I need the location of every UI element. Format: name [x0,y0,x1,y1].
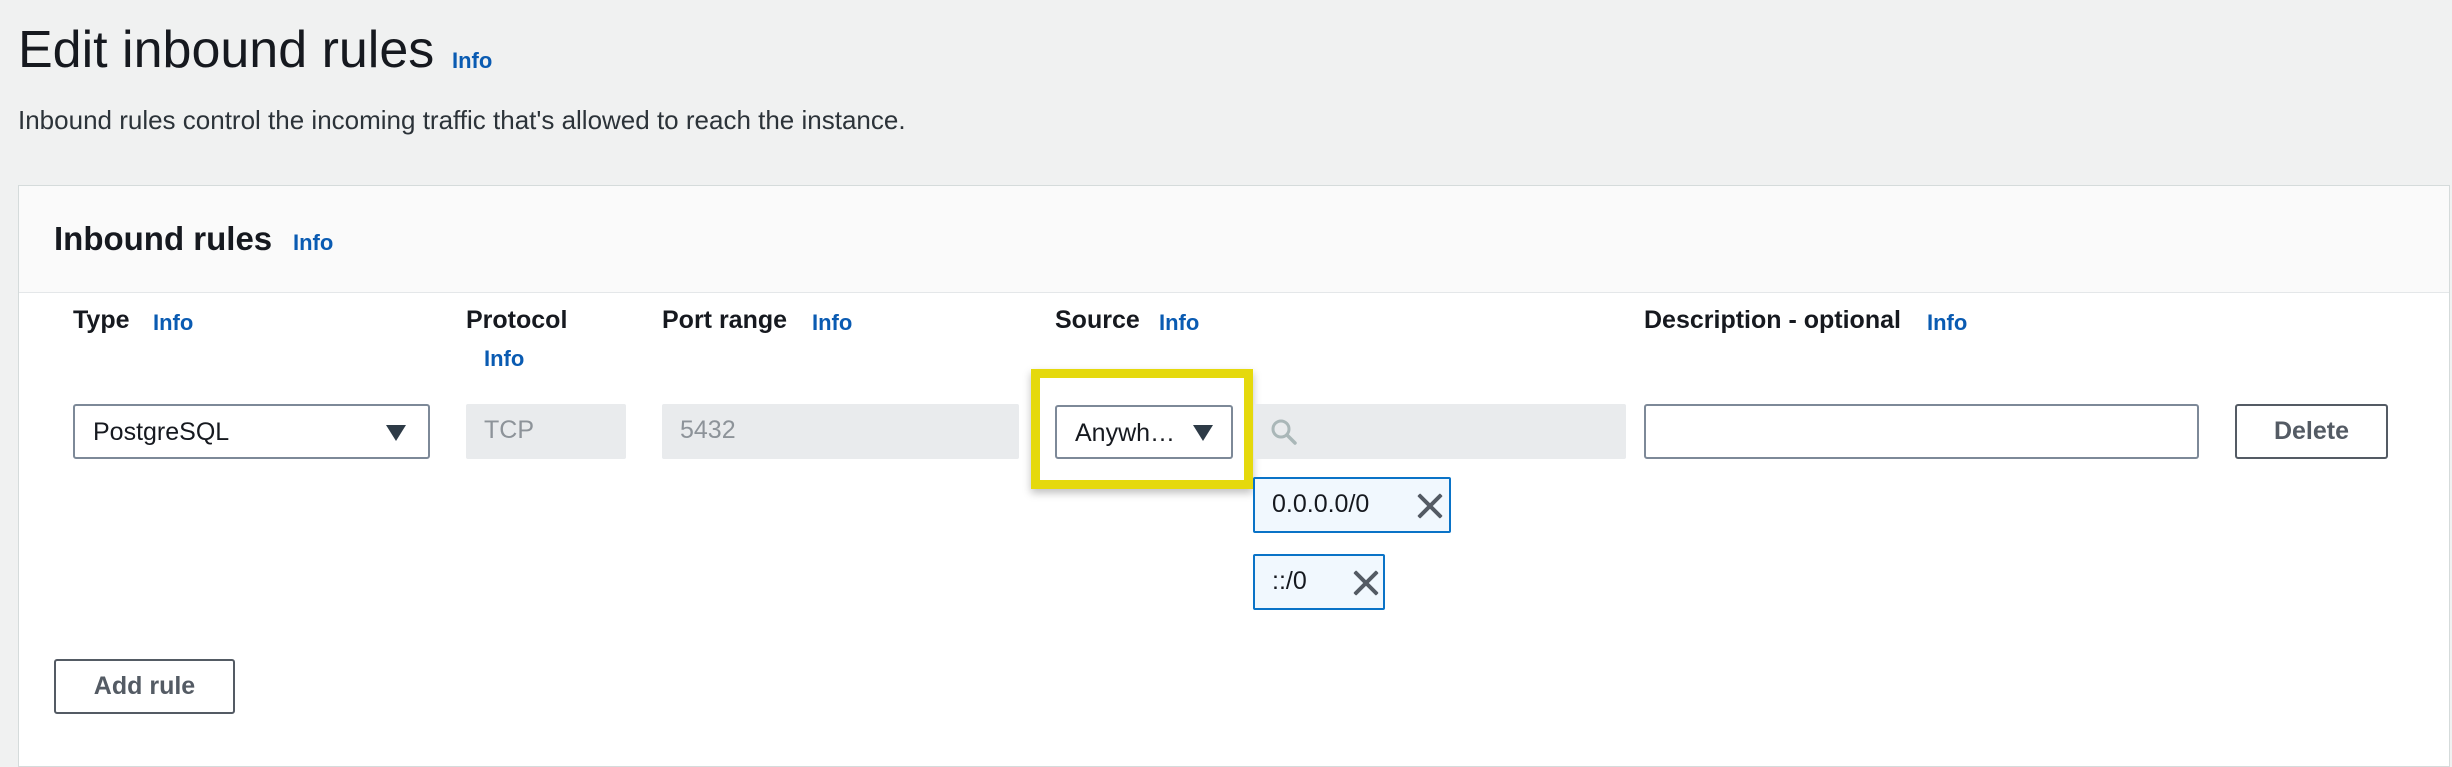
protocol-field: TCP [466,404,626,459]
source-token-label: 0.0.0.0/0 [1272,490,1370,518]
delete-rule-button[interactable]: Delete [2235,404,2388,459]
source-column-label: Source [1055,306,1140,334]
source-token-label: ::/0 [1272,567,1307,595]
description-input[interactable] [1644,404,2199,459]
protocol-value: TCP [484,416,534,444]
inbound-rules-panel: Inbound rules Info Type Info Protocol In… [18,185,2450,767]
source-select-value: Anywh… [1075,419,1176,447]
description-info-link[interactable]: Info [1927,310,1967,336]
page-description: Inbound rules control the incoming traff… [18,105,906,135]
type-info-link[interactable]: Info [153,310,193,336]
type-column-label: Type [73,306,130,334]
port-range-field: 5432 [662,404,1019,459]
panel-title-info-link[interactable]: Info [293,230,333,256]
close-icon[interactable] [1415,491,1445,521]
panel-header: Inbound rules Info [19,186,2449,293]
port-range-value: 5432 [680,416,736,444]
search-icon [1271,419,1297,445]
caret-down-icon [1193,425,1213,441]
type-select[interactable]: PostgreSQL [73,404,430,459]
source-info-link[interactable]: Info [1159,310,1199,336]
source-search-input[interactable] [1254,404,1626,459]
page-title-info-link[interactable]: Info [452,48,492,74]
close-icon[interactable] [1351,568,1381,598]
description-column-label: Description - optional [1644,306,1901,334]
source-select[interactable]: Anywh… [1055,405,1233,459]
source-token: 0.0.0.0/0 [1253,477,1451,533]
page-title: Edit inbound rules [18,21,435,79]
panel-title: Inbound rules [54,220,273,257]
protocol-column-label: Protocol [466,306,568,334]
caret-down-icon [386,425,406,441]
add-rule-button[interactable]: Add rule [54,659,235,714]
source-token: ::/0 [1253,554,1385,610]
port-range-column-label: Port range [662,306,788,334]
protocol-info-link[interactable]: Info [484,346,524,372]
port-range-info-link[interactable]: Info [812,310,852,336]
type-select-value: PostgreSQL [93,418,230,446]
